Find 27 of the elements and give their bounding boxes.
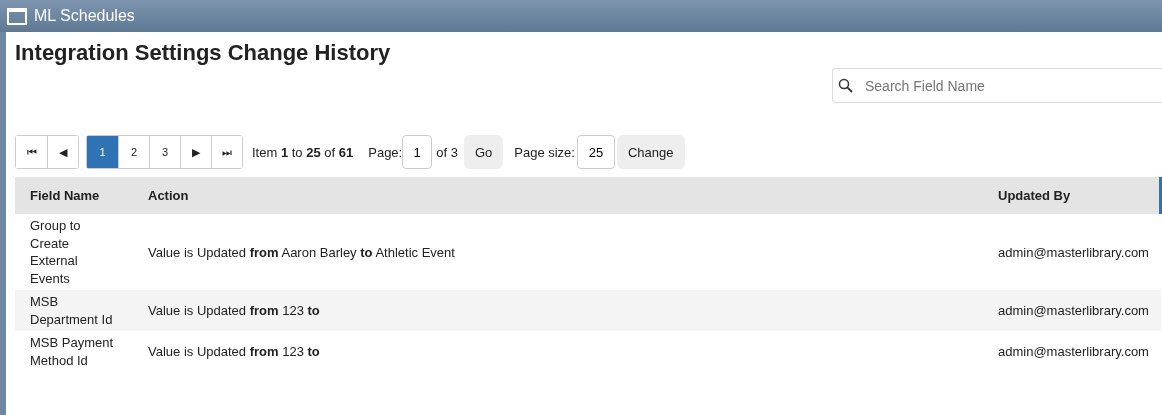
go-button[interactable]: Go [463,135,504,170]
table-cell: Value is Updated from 123 to [133,290,983,332]
page-title: Integration Settings Change History [15,40,392,67]
window-icon [7,7,27,25]
page-size-label: Page size: [514,143,575,162]
search-field[interactable]: Search Field Name [832,68,1162,104]
table-cell: Group to Create External Events [15,214,133,291]
table-cell: MSB Department Id [15,290,133,332]
window-title: ML Schedules [34,6,135,26]
table-cell: admin@masterlibrary.com [983,290,1161,332]
column-header: Field Name [15,177,133,215]
item-count-text: Item 1 to 25 of 61 [252,143,354,162]
column-header: Action [133,177,983,215]
table-cell: Value is Updated from Aaron Barley to Athletic Event [133,214,983,291]
page-label: Page: [368,143,403,162]
previous-page-button[interactable]: ◀ [47,136,78,169]
page-size-field[interactable]: 25 [576,135,615,170]
page-number-field[interactable]: 1 [402,135,433,170]
table-cell: MSB Payment Method Id [15,331,133,373]
table-cell: admin@masterlibrary.com [983,214,1161,291]
last-page-button[interactable]: ⏭ [211,136,242,169]
page-button[interactable]: 1 [87,136,118,169]
table-cell: Value is Updated from 123 to [133,331,983,373]
table-cell: admin@masterlibrary.com [983,331,1161,373]
page-total-text: of 3 [436,143,458,162]
column-header: Updated By [983,177,1161,215]
change-button[interactable]: Change [616,135,685,170]
